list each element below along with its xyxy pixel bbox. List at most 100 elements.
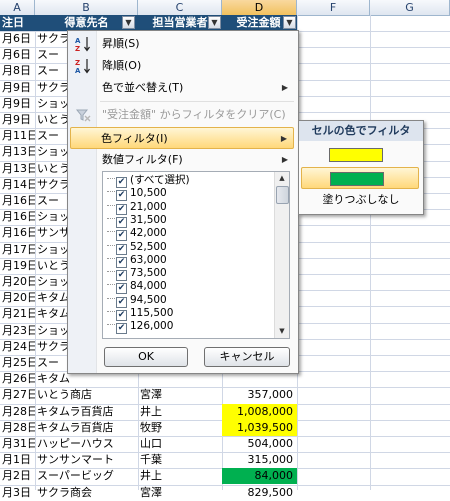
green-filter-option[interactable]	[301, 167, 419, 189]
tree-line	[107, 324, 115, 326]
filter-list-item[interactable]: ✔ 52,500	[107, 241, 167, 255]
cell-a[interactable]: 月23日	[0, 323, 35, 339]
cell-c[interactable]: 宮澤	[138, 387, 222, 403]
cell-c[interactable]: 井上	[138, 468, 222, 484]
cell-a[interactable]: 月11日	[0, 128, 35, 144]
tree-line	[107, 257, 115, 259]
cell-a[interactable]: 月1日	[0, 452, 35, 468]
tree-line	[107, 204, 115, 206]
cell-a[interactable]: 月31日	[0, 436, 35, 452]
filter-item-label: 42,000	[130, 227, 167, 240]
clear-filter-item[interactable]: "受注金額" からフィルタをクリア(C)	[70, 104, 294, 126]
column-header-a[interactable]: A	[0, 0, 35, 15]
cell-a[interactable]: 月24日	[0, 339, 35, 355]
cell-a[interactable]: 月17日	[0, 242, 35, 258]
cell-d[interactable]: 84,000	[222, 468, 297, 485]
filter-list-item[interactable]: ✔ 84,000	[107, 280, 167, 295]
column-header-d[interactable]: D	[222, 0, 297, 15]
cell-a[interactable]: 月16日	[0, 193, 35, 209]
cell-a[interactable]: 月3日	[0, 485, 35, 501]
cell-b[interactable]: スーパービッグ	[35, 468, 138, 484]
column-header-f[interactable]: F	[297, 0, 370, 15]
filter-list-item[interactable]: ✔ 115,500	[107, 307, 174, 321]
cell-d[interactable]: 315,000	[222, 452, 297, 468]
column-header-c[interactable]: C	[138, 0, 222, 15]
filter-list-item[interactable]: ✔ 126,000	[107, 320, 173, 335]
svg-text:A: A	[75, 37, 81, 45]
checkbox[interactable]: ✔	[116, 323, 127, 335]
cell-a[interactable]: 月20日	[0, 274, 35, 290]
cell-b[interactable]: ハッピーハウス	[35, 436, 138, 452]
filter-item-label: 63,000	[130, 253, 167, 266]
sort-by-color-label: 色で並べ替え(T)	[102, 81, 184, 94]
cell-d[interactable]: 504,000	[222, 436, 297, 452]
sort-ascending-item[interactable]: A Z 昇順(S)	[70, 33, 294, 55]
cell-a[interactable]: 月20日	[0, 290, 35, 306]
color-filter-item[interactable]: 色フィルタ(I) ▶	[70, 127, 294, 149]
filter-list-item[interactable]: ✔ 94,500	[107, 294, 167, 308]
cell-b[interactable]: サンサンマート	[35, 452, 138, 468]
column-header-g[interactable]: G	[370, 0, 450, 15]
filter-dropdown-icon[interactable]: ▼	[208, 16, 221, 29]
cell-b[interactable]: いとう商店	[35, 387, 138, 403]
cell-a[interactable]: 月26日	[0, 371, 35, 387]
cell-a[interactable]: 月2日	[0, 468, 35, 484]
scroll-down-icon[interactable]: ▼	[276, 325, 288, 338]
cell-d[interactable]: 357,000	[222, 387, 297, 403]
cell-a[interactable]: 月27日	[0, 387, 35, 403]
filter-list-item[interactable]: ✔ (すべて選択)	[107, 174, 190, 188]
cell-b[interactable]: キタムラ百貨店	[35, 420, 138, 436]
cell-a[interactable]: 月9日	[0, 80, 35, 96]
sort-by-color-item[interactable]: 色で並べ替え(T) ▶	[70, 77, 294, 99]
cell-a[interactable]: 月16日	[0, 225, 35, 241]
cell-a[interactable]: 月6日	[0, 31, 35, 47]
sort-descending-icon: Z A	[74, 57, 92, 75]
cell-a[interactable]: 月25日	[0, 355, 35, 371]
number-filter-item[interactable]: 数値フィルタ(F) ▶	[70, 149, 294, 171]
cell-d[interactable]: 1,008,000	[222, 403, 297, 420]
cell-c[interactable]: 井上	[138, 404, 222, 420]
clear-filter-label: "受注金額" からフィルタをクリア(C)	[102, 108, 286, 121]
cell-a[interactable]: 月28日	[0, 404, 35, 420]
cell-a[interactable]: 月9日	[0, 96, 35, 112]
no-fill-option[interactable]: 塗りつぶしなし	[299, 191, 423, 209]
filter-dropdown-icon[interactable]: ▼	[283, 16, 296, 29]
filter-list-item[interactable]: ✔ 42,000	[107, 227, 167, 242]
filter-list-item[interactable]: ✔ 73,500	[107, 267, 167, 282]
filter-list-item[interactable]: ✔ 10,500	[107, 187, 167, 202]
filter-item-label: 115,500	[130, 307, 174, 319]
cell-c[interactable]: 宮澤	[138, 485, 222, 501]
filter-list-item[interactable]: ✔ 63,000	[107, 253, 167, 268]
cell-c[interactable]: 牧野	[138, 420, 222, 436]
cell-a[interactable]: 月16日	[0, 209, 35, 225]
cell-c[interactable]: 山口	[138, 436, 222, 452]
ok-button[interactable]: OK	[104, 347, 188, 367]
cell-b[interactable]: キタムラ百貨店	[35, 404, 138, 420]
sort-descending-item[interactable]: Z A 降順(O)	[70, 55, 294, 77]
cell-a[interactable]: 月13日	[0, 144, 35, 160]
cell-d[interactable]: 829,500	[222, 485, 297, 501]
filter-list-item[interactable]: ✔ 31,500	[107, 214, 167, 228]
cell-a[interactable]: 月8日	[0, 63, 35, 79]
cell-a[interactable]: 月19日	[0, 258, 35, 274]
cell-a[interactable]: 月21日	[0, 306, 35, 322]
cell-a[interactable]: 月6日	[0, 47, 35, 63]
filter-dropdown-icon[interactable]: ▼	[122, 16, 135, 29]
tree-line	[107, 297, 115, 299]
filter-values-list[interactable]: ✔ (すべて選択) ✔ 10,500 ✔ 21,000 ✔ 31,500 ✔ 42,000 ✔ 52,…	[102, 171, 290, 339]
cell-a[interactable]: 月13日	[0, 161, 35, 177]
cell-d[interactable]: 1,039,500	[222, 419, 297, 436]
scroll-thumb[interactable]	[276, 186, 289, 204]
list-scrollbar[interactable]: ▲ ▼	[274, 172, 289, 338]
filter-list-item[interactable]: ✔ 21,000	[107, 200, 167, 215]
yellow-filter-option[interactable]	[301, 144, 419, 166]
column-header-b[interactable]: B	[35, 0, 138, 15]
scroll-up-icon[interactable]: ▲	[276, 172, 288, 185]
cancel-button[interactable]: キャンセル	[204, 347, 290, 367]
cell-a[interactable]: 月28日	[0, 420, 35, 436]
filter-item-label: 21,000	[130, 200, 167, 213]
cell-a[interactable]: 月14日	[0, 177, 35, 193]
cell-b[interactable]: サクラ商会	[35, 485, 138, 501]
cell-c[interactable]: 千葉	[138, 452, 222, 468]
cell-a[interactable]: 月9日	[0, 112, 35, 128]
